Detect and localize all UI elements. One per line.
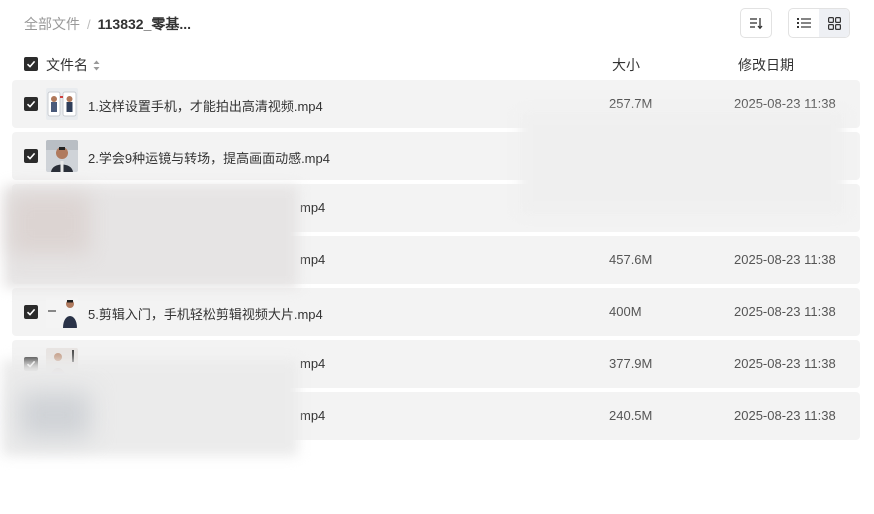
file-name[interactable]: 5.剪辑入门，手机轻松剪辑视频大片.mp4 <box>88 304 323 323</box>
video-thumbnail <box>46 348 78 380</box>
breadcrumb: 全部文件 / 113832_零基... <box>24 15 191 33</box>
list-view-button[interactable] <box>789 9 819 37</box>
row-checkbox[interactable] <box>24 305 38 319</box>
checkmark-icon <box>26 308 36 316</box>
breadcrumb-separator: / <box>87 16 91 32</box>
column-header-size[interactable]: 大小 <box>612 55 640 75</box>
file-name[interactable]: mp4 <box>300 356 325 371</box>
file-name[interactable]: 2.学会9种运镜与转场，提高画面动感.mp4 <box>88 148 330 167</box>
checkmark-icon <box>26 152 36 160</box>
file-size: 377.9M <box>609 356 653 371</box>
video-thumbnail <box>46 296 78 328</box>
file-row[interactable]: mp4 240.5M 2025-08-23 11:38 <box>12 392 860 440</box>
file-row[interactable]: 1.这样设置手机，才能拍出高清视频.mp4 257.7M 2025-08-23 … <box>12 80 860 128</box>
row-checkbox[interactable] <box>24 149 38 163</box>
checkmark-icon <box>26 412 36 420</box>
column-header-name[interactable]: 文件名 <box>46 55 100 75</box>
row-checkbox[interactable] <box>24 253 38 267</box>
file-modified-date: 2025-08-23 11:38 <box>734 252 836 267</box>
file-size: 240.5M <box>609 408 653 423</box>
file-row[interactable]: 5.剪辑入门，手机轻松剪辑视频大片.mp4 400M 2025-08-23 11… <box>12 288 860 336</box>
row-checkbox[interactable] <box>24 97 38 111</box>
video-thumbnail <box>46 88 78 120</box>
file-row[interactable]: mp4 377.9M 2025-08-23 11:38 <box>12 340 860 388</box>
file-modified-date: 2025-08-23 11:38 <box>734 356 836 371</box>
list-view-icon <box>797 18 811 28</box>
breadcrumb-current-folder: 113832_零基... <box>97 16 192 32</box>
file-row[interactable]: 2.学会9种运镜与转场，提高画面动感.mp4 <box>12 132 860 180</box>
file-name[interactable]: mp4 <box>300 252 325 267</box>
sort-caret-icon <box>93 60 100 71</box>
file-modified-date: 2025-08-23 11:38 <box>734 408 836 423</box>
row-checkbox[interactable] <box>24 409 38 423</box>
file-size: 257.7M <box>609 96 653 111</box>
checkmark-icon <box>26 60 36 68</box>
checkmark-icon <box>26 360 36 368</box>
video-thumbnail <box>46 400 78 432</box>
file-table-header: 文件名 大小 修改日期 <box>24 54 860 74</box>
video-thumbnail <box>46 140 78 172</box>
column-header-modified[interactable]: 修改日期 <box>738 55 794 75</box>
row-checkbox[interactable] <box>24 201 38 215</box>
row-checkbox[interactable] <box>24 357 38 371</box>
file-modified-date: 2025-08-23 11:38 <box>734 304 836 319</box>
file-list: 1.这样设置手机，才能拍出高清视频.mp4 257.7M 2025-08-23 … <box>12 80 860 444</box>
file-size: 457.6M <box>609 252 653 267</box>
view-toggle-group <box>788 8 850 38</box>
file-name[interactable]: mp4 <box>300 408 325 423</box>
grid-view-icon <box>827 16 841 30</box>
breadcrumb-root-link[interactable]: 全部文件 <box>24 14 80 34</box>
sort-icon <box>750 18 763 30</box>
select-all-checkbox[interactable] <box>24 57 38 71</box>
checkmark-icon <box>26 204 36 212</box>
file-row[interactable]: mp4 <box>12 184 860 232</box>
grid-view-button[interactable] <box>819 9 849 37</box>
file-name[interactable]: mp4 <box>300 200 325 215</box>
file-row[interactable]: mp4 457.6M 2025-08-23 11:38 <box>12 236 860 284</box>
checkmark-icon <box>26 100 36 108</box>
file-size: 400M <box>609 304 642 319</box>
checkmark-icon <box>26 256 36 264</box>
column-header-name-label: 文件名 <box>46 57 88 73</box>
file-modified-date: 2025-08-23 11:38 <box>734 96 836 111</box>
file-name[interactable]: 1.这样设置手机，才能拍出高清视频.mp4 <box>88 96 323 115</box>
sort-button[interactable] <box>740 8 772 38</box>
